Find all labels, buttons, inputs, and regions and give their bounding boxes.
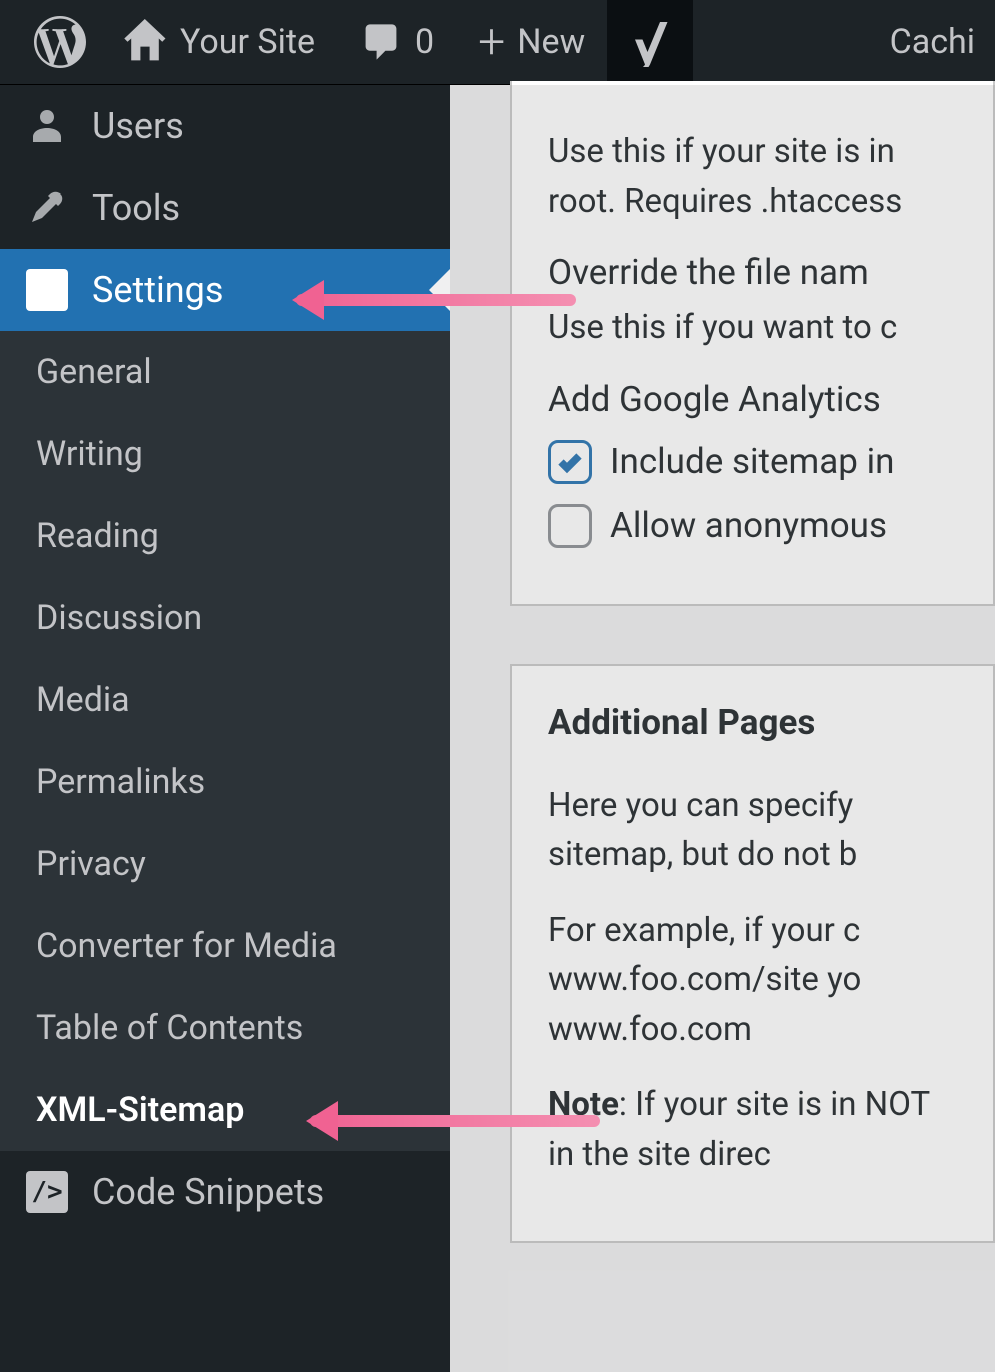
tools-label: Tools — [92, 187, 180, 229]
settings-icon — [26, 269, 68, 311]
panel-paragraph: For example, if your c www.foo.com/site … — [548, 906, 957, 1055]
sidebar-item-users[interactable]: Users — [0, 85, 450, 167]
annotation-arrow-xml-sitemap — [310, 1115, 600, 1127]
override-filename-label: Override the file nam — [548, 252, 957, 293]
checkbox-icon — [548, 504, 592, 548]
sub-item-converter[interactable]: Converter for Media — [0, 905, 450, 987]
new-item[interactable]: + New — [456, 0, 607, 84]
plus-icon: + — [478, 18, 505, 66]
admin-sidebar: Users Tools Settings General Writing Rea… — [0, 85, 450, 1372]
checkbox-allow-anonymous[interactable]: Allow anonymous — [548, 504, 957, 548]
checkbox-icon — [548, 440, 592, 484]
comments-item[interactable]: 0 — [337, 0, 456, 84]
sub-item-xml-sitemap[interactable]: XML-Sitemap — [0, 1069, 450, 1151]
sub-item-discussion[interactable]: Discussion — [0, 577, 450, 659]
site-name-label: Your Site — [180, 22, 315, 62]
panel-sitemap-options: Use this if your site is in root. Requir… — [510, 81, 995, 606]
comments-count: 0 — [415, 22, 434, 62]
tools-icon — [26, 187, 68, 229]
sub-item-writing[interactable]: Writing — [0, 413, 450, 495]
hint-text: Use this if your site is in root. Requir… — [548, 127, 957, 226]
site-name-item[interactable]: Your Site — [100, 0, 337, 84]
panel-additional-pages: Additional Pages Here you can specify si… — [510, 664, 995, 1244]
wp-admin-bar: Your Site 0 + New Cachi — [0, 0, 995, 85]
sub-item-permalinks[interactable]: Permalinks — [0, 741, 450, 823]
caching-label: Cachi — [890, 22, 975, 62]
code-snippets-label: Code Snippets — [92, 1171, 324, 1213]
panel-title: Additional Pages — [548, 702, 957, 743]
sub-item-reading[interactable]: Reading — [0, 495, 450, 577]
home-icon — [122, 19, 168, 65]
code-snippets-icon: /> — [26, 1171, 68, 1213]
annotation-arrow-settings — [296, 294, 576, 306]
settings-submenu: General Writing Reading Discussion Media… — [0, 331, 450, 1151]
panel-paragraph: Here you can specify sitemap, but do not… — [548, 781, 957, 880]
sidebar-item-code-snippets[interactable]: /> Code Snippets — [0, 1151, 450, 1233]
wordpress-logo-icon — [34, 16, 86, 68]
wp-logo-item[interactable] — [20, 0, 100, 84]
checkbox-label: Allow anonymous — [610, 505, 887, 546]
content-area: Use this if your site is in root. Requir… — [450, 85, 995, 1372]
new-label: New — [517, 22, 585, 62]
panel-note: Note: If your site is in NOT in the site… — [548, 1080, 957, 1179]
users-icon — [26, 105, 68, 147]
sub-item-toc[interactable]: Table of Contents — [0, 987, 450, 1069]
sub-item-privacy[interactable]: Privacy — [0, 823, 450, 905]
checkbox-label: Include sitemap in — [610, 441, 894, 482]
checkbox-include-sitemap[interactable]: Include sitemap in — [548, 440, 957, 484]
hint-text-2: Use this if you want to c — [548, 303, 957, 353]
sub-item-media[interactable]: Media — [0, 659, 450, 741]
yoast-icon — [625, 17, 675, 67]
comment-icon — [359, 20, 403, 64]
sidebar-item-settings[interactable]: Settings — [0, 249, 450, 331]
settings-label: Settings — [92, 269, 223, 311]
sub-item-general[interactable]: General — [0, 331, 450, 413]
sidebar-item-tools[interactable]: Tools — [0, 167, 450, 249]
caching-item[interactable]: Cachi — [868, 0, 975, 84]
users-label: Users — [92, 105, 184, 147]
yoast-item[interactable] — [607, 0, 693, 84]
ga-label: Add Google Analytics — [548, 379, 957, 420]
